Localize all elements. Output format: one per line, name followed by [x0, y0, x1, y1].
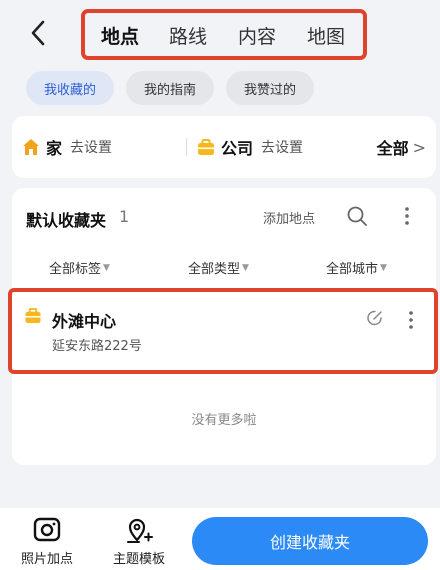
location-plus-icon — [127, 518, 153, 543]
caret-down-icon: ▼ — [380, 262, 387, 273]
create-folder-button[interactable]: 创建收藏夹 — [192, 517, 428, 565]
filter-cities[interactable]: 全部城市 ▼ — [326, 258, 387, 277]
filter-cities-label: 全部城市 — [326, 262, 379, 277]
camera-icon — [33, 517, 61, 542]
folder-title: 默认收藏夹 — [26, 211, 107, 230]
favorites-folder-card: 默认收藏夹 1 添加地点 全部标签 ▼ 全部类型 ▼ 全部城市 ▼ 外滩中心 延… — [8, 188, 438, 465]
tab-maps[interactable]: 地图 — [307, 22, 345, 49]
photo-add-label: 照片加点 — [20, 552, 73, 567]
back-arrow-icon[interactable] — [22, 16, 56, 50]
list-item[interactable]: 外滩中心 延安东路222号 — [8, 288, 438, 374]
folder-count: 1 — [119, 207, 130, 226]
pill-my-guides[interactable]: 我的指南 — [126, 71, 214, 105]
all-label: 全部 — [376, 139, 409, 158]
place-address: 延安东路222号 — [52, 339, 142, 354]
home-shortcut[interactable]: 家 去设置 — [22, 135, 112, 159]
photo-add-button[interactable]: 照片加点 — [14, 514, 80, 568]
filter-types-label: 全部类型 — [188, 262, 241, 277]
home-title: 家 — [46, 139, 63, 158]
pill-my-favorites[interactable]: 我收藏的 — [26, 71, 114, 105]
caret-down-icon: ▼ — [103, 262, 110, 273]
search-icon[interactable] — [346, 205, 368, 227]
theme-template-button[interactable]: 主题模板 — [106, 514, 172, 568]
company-shortcut[interactable]: 公司 去设置 — [197, 135, 303, 159]
category-tabs: 地点 路线 内容 地图 — [81, 9, 367, 60]
filter-tags-label: 全部标签 — [49, 262, 102, 277]
caret-down-icon: ▼ — [242, 262, 249, 273]
filter-tags[interactable]: 全部标签 ▼ — [49, 258, 110, 277]
more-vertical-icon[interactable] — [405, 308, 417, 332]
shortcut-card: 家 去设置 公司 去设置 全部 > — [12, 116, 436, 178]
filter-types[interactable]: 全部类型 ▼ — [188, 258, 249, 277]
theme-template-label: 主题模板 — [112, 552, 165, 567]
end-of-list-text: 没有更多啦 — [191, 413, 257, 428]
home-action: 去设置 — [70, 140, 113, 156]
briefcase-icon — [25, 308, 41, 324]
pill-my-likes[interactable]: 我赞过的 — [226, 71, 314, 105]
home-icon — [23, 139, 39, 155]
company-action: 去设置 — [261, 140, 304, 156]
place-name: 外滩中心 — [52, 312, 117, 331]
briefcase-icon — [198, 138, 214, 155]
tab-places[interactable]: 地点 — [101, 22, 139, 49]
company-title: 公司 — [221, 139, 254, 158]
tab-routes[interactable]: 路线 — [169, 22, 207, 49]
divider — [186, 138, 187, 156]
edit-icon[interactable] — [366, 309, 384, 327]
header: 地点 路线 内容 地图 — [0, 0, 440, 68]
all-shortcuts-button[interactable]: 全部 > — [377, 135, 426, 159]
chevron-right-icon: > — [412, 137, 426, 157]
bottom-bar: 照片加点 主题模板 创建收藏夹 — [0, 508, 440, 570]
tab-content[interactable]: 内容 — [238, 22, 276, 49]
add-place-button[interactable]: 添加地点 — [263, 208, 315, 227]
more-vertical-icon[interactable] — [401, 204, 413, 228]
